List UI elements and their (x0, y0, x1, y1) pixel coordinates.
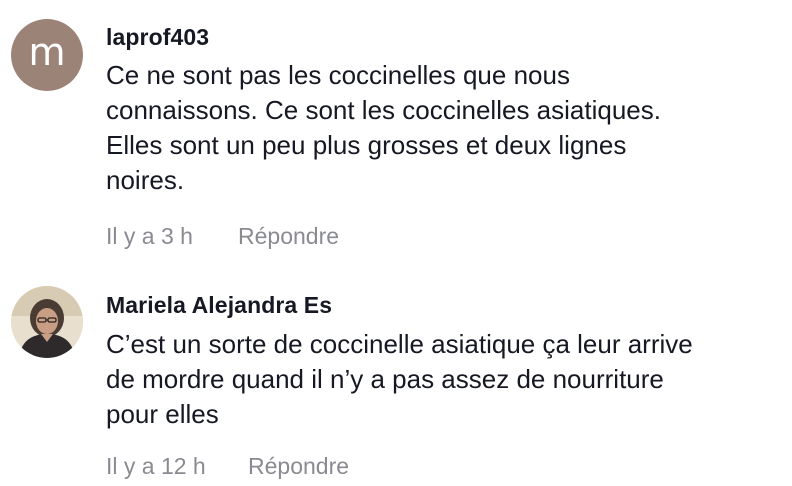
comment-timestamp: Il y a 12 h (106, 453, 206, 479)
comment-text-line: Elles sont un peu plus grosses et deux l… (106, 130, 627, 160)
comment-text-line: de mordre quand il n’y a pas assez de no… (106, 364, 664, 394)
comment-text-line: C’est un sorte de coccinelle asiatique ç… (106, 329, 693, 359)
avatar[interactable]: m (11, 19, 83, 91)
comment-username[interactable]: laprof403 (106, 24, 209, 51)
user-photo-avatar-icon (11, 286, 83, 358)
comment-text-line: pour elles (106, 399, 219, 429)
comment-item: m laprof403 Ce ne sont pas les coccinell… (0, 0, 792, 260)
comment-text-line: noires. (106, 165, 185, 195)
comment-meta: Il y a 12 h Répondre (106, 453, 349, 480)
reply-button[interactable]: Répondre (238, 223, 339, 250)
comment-text-line: connaissons. Ce sont les coccinelles asi… (106, 95, 661, 125)
avatar-letter: m (28, 30, 66, 74)
comment-text: Ce ne sont pas les coccinelles que nous … (106, 58, 786, 198)
reply-button[interactable]: Répondre (248, 453, 349, 480)
comment-meta: Il y a 3 h Répondre (106, 223, 339, 250)
comment-text: C’est un sorte de coccinelle asiatique ç… (106, 327, 786, 432)
comment-item: Mariela Alejandra Es C’est un sorte de c… (0, 260, 792, 486)
comment-timestamp: Il y a 3 h (106, 223, 193, 249)
avatar[interactable] (11, 286, 83, 358)
comment-text-line: Ce ne sont pas les coccinelles que nous (106, 60, 570, 90)
comment-username[interactable]: Mariela Alejandra Es (106, 292, 332, 319)
